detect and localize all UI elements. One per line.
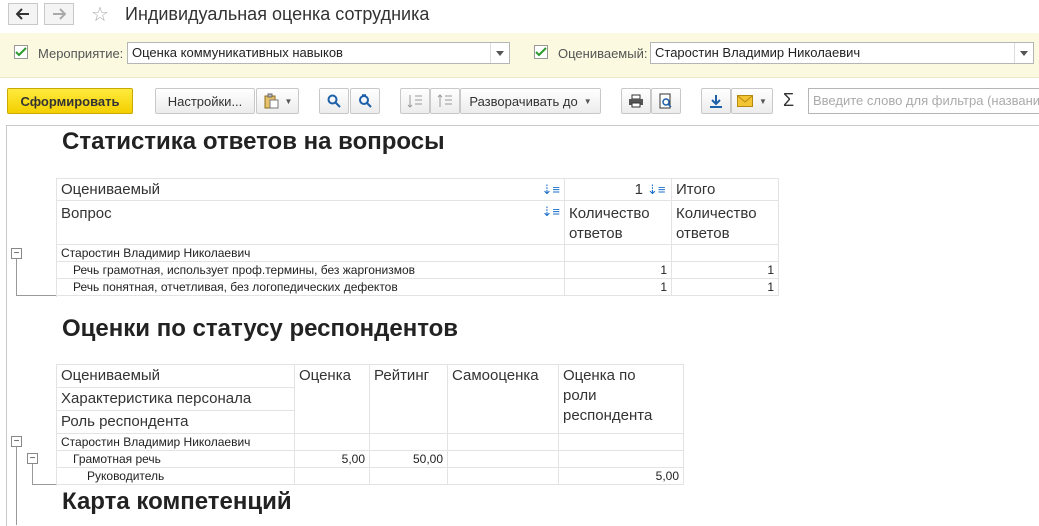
role-row-score: 5,00 xyxy=(559,468,684,485)
header-question: Вопрос ⇣≡ xyxy=(57,201,565,245)
find-next-button[interactable] xyxy=(350,88,380,114)
search-icon xyxy=(327,94,341,108)
section-title-respondent-status: Оценки по статусу респондентов xyxy=(62,315,459,342)
settings-button[interactable]: Настройки... xyxy=(155,88,255,114)
group-row-cell xyxy=(448,434,559,451)
clipboard-icon xyxy=(264,93,279,109)
sort-icon[interactable]: ⇣≡ xyxy=(542,180,560,200)
group-row-cell xyxy=(672,245,779,262)
group-row-cell xyxy=(559,434,684,451)
event-dropdown-button[interactable] xyxy=(490,43,508,63)
variants-button[interactable]: ▼ xyxy=(256,88,299,114)
role-row-name: Руководитель xyxy=(57,468,295,485)
search-next-icon xyxy=(359,94,372,108)
section-title-answers-stats: Статистика ответов на вопросы xyxy=(62,128,445,155)
collapse-subgroup-toggle[interactable]: − xyxy=(27,453,38,464)
evaluated-checkbox[interactable] xyxy=(534,45,548,59)
collapse-group-toggle[interactable]: − xyxy=(11,436,22,447)
question-row-name: Речь понятная, отчетливая, без логопедич… xyxy=(57,279,565,296)
header-role-score: Оценка по роли респондента xyxy=(559,365,684,434)
save-button[interactable] xyxy=(701,88,731,114)
group-row-name: Старостин Владимир Николаевич xyxy=(57,434,295,451)
sort-icon[interactable]: ⇣≡ xyxy=(647,182,665,198)
chevron-down-icon xyxy=(495,50,504,56)
event-checkbox[interactable] xyxy=(14,45,28,59)
send-email-button[interactable]: ▼ xyxy=(731,88,773,114)
checkmark-icon xyxy=(535,47,547,57)
event-field[interactable]: Оценка коммуникативных навыков xyxy=(127,42,510,64)
expand-groups-icon xyxy=(407,95,422,108)
header-total: Итого xyxy=(672,179,779,201)
header-role: Роль респондента xyxy=(57,411,295,434)
collapse-groups-icon xyxy=(437,94,452,107)
respondent-status-table: Оцениваемый Характеристика персонала Рол… xyxy=(56,364,684,486)
question-row-total: 1 xyxy=(672,262,779,279)
tree-line xyxy=(16,447,17,525)
print-button[interactable] xyxy=(621,88,651,114)
evaluated-dropdown-button[interactable] xyxy=(1014,43,1032,63)
printer-icon xyxy=(629,94,643,108)
tree-line xyxy=(16,259,17,295)
header-total-label: Количество ответов xyxy=(672,201,779,245)
header-rating: Рейтинг xyxy=(370,365,448,434)
tree-line xyxy=(32,464,33,484)
print-preview-button[interactable] xyxy=(651,88,681,114)
role-row-cell xyxy=(295,468,370,485)
question-row-total: 1 xyxy=(672,279,779,296)
header-evaluated: Оцениваемый xyxy=(57,365,295,388)
page-title: Индивидуальная оценка сотрудника xyxy=(125,4,430,24)
caret-down-icon: ▼ xyxy=(759,96,767,106)
collapse-group-toggle[interactable]: − xyxy=(11,248,22,259)
header-self-assessment: Самооценка xyxy=(448,365,559,434)
group-row-name: Старостин Владимир Николаевич xyxy=(57,245,565,262)
forward-button[interactable] xyxy=(44,3,74,25)
download-icon xyxy=(710,95,722,108)
group-row-cell xyxy=(295,434,370,451)
sort-icon[interactable]: ⇣≡ xyxy=(542,202,560,222)
caret-down-icon: ▼ xyxy=(583,96,592,106)
arrow-right-icon xyxy=(53,8,66,20)
evaluated-field[interactable]: Старостин Владимир Николаевич xyxy=(650,42,1034,64)
print-preview-icon xyxy=(659,93,672,109)
back-button[interactable] xyxy=(8,3,38,25)
event-label: Мероприятие: xyxy=(38,46,124,61)
generate-button[interactable]: Сформировать xyxy=(7,88,133,114)
expand-all-button[interactable] xyxy=(400,88,430,114)
group-row-cell xyxy=(565,245,672,262)
group-row-cell xyxy=(370,434,448,451)
question-row-name: Речь грамотная, использует проф.термины,… xyxy=(57,262,565,279)
evaluated-label: Оцениваемый: xyxy=(558,46,648,61)
header-evaluated: Оцениваемый ⇣≡ xyxy=(57,179,565,201)
role-row-cell xyxy=(448,468,559,485)
tree-line xyxy=(32,484,56,485)
characteristic-row-score: 5,00 xyxy=(295,451,370,468)
question-row-count: 1 xyxy=(565,279,672,296)
envelope-icon xyxy=(737,95,754,107)
characteristic-row-name: Грамотная речь xyxy=(57,451,295,468)
search-button[interactable] xyxy=(319,88,349,114)
filter-input[interactable]: Введите слово для фильтра (название xyxy=(808,88,1039,114)
tree-line xyxy=(16,295,56,296)
characteristic-row-cell xyxy=(559,451,684,468)
collapse-all-button[interactable] xyxy=(430,88,460,114)
sum-icon[interactable]: Σ xyxy=(783,90,794,111)
header-col1-label: Количество ответов xyxy=(565,201,672,245)
characteristic-row-rating: 50,00 xyxy=(370,451,448,468)
chevron-down-icon xyxy=(1019,50,1028,56)
section-title-competency-map: Карта компетенций xyxy=(62,488,292,515)
caret-down-icon: ▼ xyxy=(284,96,293,106)
question-row-count: 1 xyxy=(565,262,672,279)
characteristic-row-cell xyxy=(448,451,559,468)
answers-stats-table: Оцениваемый ⇣≡ Вопрос ⇣≡ 1 ⇣≡ Количество… xyxy=(56,178,779,297)
arrow-left-icon xyxy=(16,8,29,20)
favorite-star-icon[interactable]: ☆ xyxy=(91,2,109,27)
expand-to-button[interactable]: Разворачивать до ▼ xyxy=(460,88,601,114)
header-characteristic: Характеристика персонала xyxy=(57,388,295,411)
header-score: Оценка xyxy=(295,365,370,434)
role-row-cell xyxy=(370,468,448,485)
checkmark-icon xyxy=(15,47,27,57)
